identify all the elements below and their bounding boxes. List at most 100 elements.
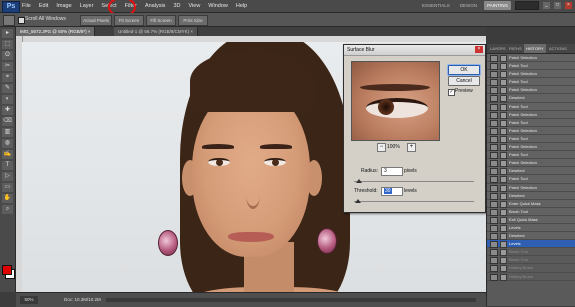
tab-paths[interactable]: PATHS [507,44,524,53]
history-brush-source-icon[interactable] [490,224,498,232]
document-size-info[interactable]: Doc: 10.3M/10.2M [64,293,101,307]
zoom-out-button[interactable]: − [377,143,386,152]
fill-screen-button[interactable]: Fill Screen [146,15,176,26]
history-brush-source-icon[interactable] [490,176,498,184]
history-state-row[interactable]: Patch Tool [487,62,575,71]
history-brush-source-icon[interactable] [490,63,498,71]
minimize-button[interactable]: _ [543,2,550,9]
history-brush-source-icon[interactable] [490,87,498,95]
history-brush-source-icon[interactable] [490,160,498,168]
history-brush-source-icon[interactable] [490,152,498,160]
history-state-row[interactable]: Patch Tool [487,102,575,111]
tool-button-17[interactable]: ⌕ [2,205,13,214]
history-state-row[interactable]: History Brush [487,272,575,281]
tool-button-8[interactable]: ✚ [2,106,13,115]
zoom-level-field[interactable]: 50% [20,296,38,304]
ok-button[interactable]: OK [448,65,480,75]
menu-view[interactable]: View [188,0,200,12]
filter-preview-window[interactable] [351,61,440,141]
print-size-button[interactable]: Print Size [178,15,208,26]
workspace-painting[interactable]: PAINTING [484,1,511,10]
history-state-row[interactable]: Patch Selection [487,54,575,63]
menu-help[interactable]: Help [236,0,247,12]
history-state-row[interactable]: Levels [487,223,575,233]
tool-button-15[interactable]: ▭ [2,183,13,192]
history-brush-source-icon[interactable] [490,135,498,143]
radius-slider-track[interactable] [354,181,474,182]
threshold-slider-track[interactable] [354,201,474,202]
tool-button-3[interactable]: ʘ [2,51,13,60]
history-brush-source-icon[interactable] [490,257,498,265]
tool-button-13[interactable]: T [2,161,13,170]
history-brush-source-icon[interactable] [490,144,498,152]
history-state-row[interactable]: Patch Selection [487,143,575,152]
history-brush-source-icon[interactable] [490,265,498,273]
history-brush-source-icon[interactable] [490,168,498,176]
history-state-row[interactable]: Patch Selection [487,126,575,135]
tab-layers[interactable]: LAYERS [488,44,508,53]
history-state-row[interactable]: Brush Tool [487,256,575,265]
document-tab-untitled[interactable]: Untitled-1 @ 66.7% (RGB/8/CMYK) × [114,27,198,36]
search-field[interactable] [515,1,539,10]
fit-screen-button[interactable]: Fit Screen [114,15,144,26]
history-brush-source-icon[interactable] [490,103,498,111]
dialog-close-button[interactable]: × [475,46,483,53]
cancel-button[interactable]: Cancel [448,76,480,86]
radius-input[interactable]: 3 [381,167,403,176]
tool-button-4[interactable]: ✂ [2,62,13,71]
history-state-row[interactable]: Patch Selection [487,86,575,95]
menu-analysis[interactable]: Analysis [145,0,165,12]
foreground-color-swatch[interactable] [2,265,12,275]
tool-button-7[interactable]: ◐ [2,95,13,104]
history-brush-source-icon[interactable] [490,119,498,127]
history-state-row[interactable]: Patch Selection [487,183,575,192]
history-brush-source-icon[interactable] [490,192,498,200]
history-brush-source-icon[interactable] [490,79,498,87]
history-brush-source-icon[interactable] [490,71,498,79]
history-state-row[interactable]: Levels [487,240,575,249]
menu-3d[interactable]: 3D [173,0,180,12]
history-state-row[interactable]: Deselect [487,94,575,103]
history-brush-source-icon[interactable] [490,184,498,192]
history-state-row[interactable]: Patch Selection [487,70,575,79]
threshold-slider-thumb[interactable] [355,199,361,203]
history-brush-source-icon[interactable] [490,55,498,62]
history-brush-source-icon[interactable] [490,273,498,281]
menu-layer[interactable]: Layer [80,0,94,12]
history-state-row[interactable]: Enter Quick Mask [487,199,575,208]
history-brush-source-icon[interactable] [490,249,498,257]
history-state-row[interactable]: Deselect [487,191,575,200]
history-state-row[interactable]: Patch Selection [487,159,575,168]
tab-actions[interactable]: ACTIONS [547,44,569,53]
menu-edit[interactable]: Edit [39,0,48,12]
tool-button-12[interactable]: ✍ [2,150,13,159]
history-state-row[interactable]: Patch Tool [487,175,575,184]
history-brush-source-icon[interactable] [490,216,498,224]
threshold-input[interactable]: 30 [381,187,403,196]
tool-preset-picker[interactable] [3,15,15,26]
tool-button-14[interactable]: ▷ [2,172,13,181]
horizontal-scrollbar[interactable] [106,298,476,302]
menu-image[interactable]: Image [56,0,71,12]
history-brush-source-icon[interactable] [490,233,498,241]
history-state-row[interactable]: Patch Tool [487,151,575,160]
tab-history[interactable]: HISTORY [524,44,546,53]
tool-button-9[interactable]: ⌫ [2,117,13,126]
menu-window[interactable]: Window [208,0,228,12]
history-brush-source-icon[interactable] [490,111,498,119]
close-window-button[interactable]: × [565,2,572,9]
workspace-design[interactable]: DESIGN [457,1,480,10]
history-state-row[interactable]: Brush Tool [487,207,575,216]
tool-button-5[interactable]: ⌖ [2,73,13,82]
actual-pixels-button[interactable]: Actual Pixels [80,15,112,26]
history-state-row[interactable]: Patch Tool [487,118,575,127]
history-brush-source-icon[interactable] [490,127,498,135]
history-state-row[interactable]: Exit Quick Mask [487,215,575,224]
history-state-row[interactable]: Patch Selection [487,110,575,119]
history-brush-source-icon[interactable] [490,200,498,208]
tool-button-16[interactable]: ✋ [2,194,13,203]
menu-file[interactable]: File [22,0,31,12]
tool-button-10[interactable]: ▥ [2,128,13,137]
tool-button-2[interactable]: ⬚ [2,40,13,49]
scroll-all-windows-checkbox[interactable] [18,17,25,24]
